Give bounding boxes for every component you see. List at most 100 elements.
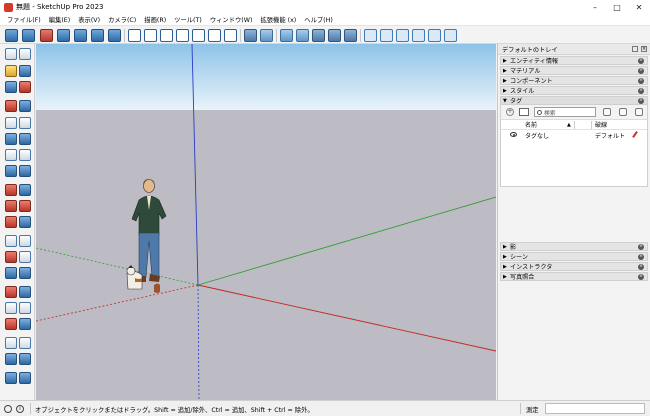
panel-close-icon[interactable]: ×: [638, 264, 644, 270]
scale-icon[interactable]: [5, 216, 17, 228]
panel-instructor[interactable]: ▶ インストラクタ ×: [500, 262, 648, 271]
xray-style-icon[interactable]: [128, 29, 141, 42]
tag-row[interactable]: タグなし デフォルト: [501, 130, 647, 140]
pin-icon[interactable]: [632, 46, 638, 52]
measurements-input[interactable]: [545, 403, 645, 414]
zoom-extents-icon[interactable]: [5, 318, 17, 330]
select-icon[interactable]: [5, 48, 17, 60]
zoom-icon[interactable]: [5, 302, 17, 314]
menu-camera[interactable]: カメラ(C): [104, 15, 140, 24]
dimension-icon[interactable]: [19, 235, 31, 247]
3d-text-icon[interactable]: [19, 267, 31, 279]
section-plane-icon[interactable]: [40, 29, 53, 42]
back-view-icon[interactable]: [91, 29, 104, 42]
menu-file[interactable]: ファイル(F): [3, 15, 45, 24]
tray-close-icon[interactable]: ×: [641, 46, 647, 52]
col-dash-header[interactable]: 破線: [595, 120, 607, 129]
offset-icon[interactable]: [19, 216, 31, 228]
panel-close-icon[interactable]: ×: [638, 58, 644, 64]
right-view-icon[interactable]: [74, 29, 87, 42]
panel-close-icon[interactable]: ×: [638, 78, 644, 84]
sandbox-icon[interactable]: [5, 372, 17, 384]
tag-dash-style[interactable]: デフォルト: [595, 131, 625, 140]
minimize-icon[interactable]: –: [584, 0, 606, 14]
viewport-canvas[interactable]: [36, 44, 496, 400]
follow-me-icon[interactable]: [19, 200, 31, 212]
orbit-icon[interactable]: [5, 286, 17, 298]
union-icon[interactable]: [312, 29, 325, 42]
front-view-icon[interactable]: [57, 29, 70, 42]
tag-search-input[interactable]: 検索: [534, 107, 596, 117]
solid-trim-icon[interactable]: [380, 29, 393, 42]
shaded-style-icon[interactable]: [192, 29, 205, 42]
tag-tool-icon[interactable]: [19, 81, 31, 93]
eraser-icon[interactable]: [5, 81, 17, 93]
add-tag-icon[interactable]: +: [506, 108, 514, 116]
shaded-textures-style-icon[interactable]: [208, 29, 221, 42]
arc-icon[interactable]: [5, 149, 17, 161]
panel-entity-info[interactable]: ▶ エンティティ情報 ×: [500, 56, 648, 65]
menu-tools[interactable]: ツール(T): [170, 15, 206, 24]
freehand-icon[interactable]: [19, 100, 31, 112]
panel-match-photo[interactable]: ▶ 写真照合 ×: [500, 272, 648, 281]
zoom-window-icon[interactable]: [19, 302, 31, 314]
pan-icon[interactable]: [19, 286, 31, 298]
walk-icon[interactable]: [19, 337, 31, 349]
menu-draw[interactable]: 描画(R): [140, 15, 170, 24]
solid-split-icon[interactable]: [364, 29, 377, 42]
color-by-tag-icon[interactable]: [619, 108, 627, 116]
menu-edit[interactable]: 編集(E): [45, 15, 75, 24]
outer-shell-icon[interactable]: [280, 29, 293, 42]
rectangle-icon[interactable]: [5, 117, 17, 129]
three-point-arc-icon[interactable]: [5, 165, 17, 177]
wireframe-style-icon[interactable]: [160, 29, 173, 42]
left-view-icon[interactable]: [108, 29, 121, 42]
polygon-icon[interactable]: [19, 133, 31, 145]
geolocation-icon[interactable]: [4, 404, 12, 413]
visibility-eye-icon[interactable]: [510, 132, 517, 137]
subtract-icon[interactable]: [328, 29, 341, 42]
solid-union-icon[interactable]: [412, 29, 425, 42]
protractor-icon[interactable]: [5, 251, 17, 263]
section-display-icon[interactable]: [244, 29, 257, 42]
menu-extensions[interactable]: 拡張機能 (x): [256, 15, 300, 24]
panel-close-icon[interactable]: ×: [638, 68, 644, 74]
solid-shell-icon[interactable]: [444, 29, 457, 42]
panel-close-icon[interactable]: ×: [638, 98, 644, 104]
rotated-rectangle-icon[interactable]: [19, 117, 31, 129]
info-icon[interactable]: i: [16, 404, 24, 413]
warehouse-icon[interactable]: [19, 372, 31, 384]
axes-icon[interactable]: [5, 267, 17, 279]
move-icon[interactable]: [5, 184, 17, 196]
tag-tool-icon[interactable]: [603, 108, 611, 116]
solid-subtract-icon[interactable]: [396, 29, 409, 42]
panel-shadows[interactable]: ▶ 影 ×: [500, 242, 648, 251]
lasso-select-icon[interactable]: [19, 48, 31, 60]
col-name-header[interactable]: 名前: [525, 120, 537, 129]
solid-intersect-icon[interactable]: [428, 29, 441, 42]
pie-icon[interactable]: [19, 165, 31, 177]
panel-styles[interactable]: ▶ スタイル ×: [500, 86, 648, 95]
circle-icon[interactable]: [5, 133, 17, 145]
monochrome-style-icon[interactable]: [224, 29, 237, 42]
previous-view-icon[interactable]: [19, 318, 31, 330]
trim-icon[interactable]: [344, 29, 357, 42]
menu-view[interactable]: 表示(V): [74, 15, 104, 24]
top-view-icon[interactable]: [22, 29, 35, 42]
panel-close-icon[interactable]: ×: [638, 88, 644, 94]
sort-ascending-icon[interactable]: ▲: [567, 122, 573, 128]
text-icon[interactable]: [19, 251, 31, 263]
look-around-icon[interactable]: [5, 353, 17, 365]
two-point-arc-icon[interactable]: [19, 149, 31, 161]
section-plane-tool-icon[interactable]: [19, 353, 31, 365]
details-icon[interactable]: [635, 108, 643, 116]
panel-tags[interactable]: ▼ タグ ×: [500, 96, 648, 105]
close-icon[interactable]: ✕: [628, 0, 650, 14]
panel-components[interactable]: ▶ コンポーネント ×: [500, 76, 648, 85]
model-viewport[interactable]: [36, 44, 496, 400]
panel-close-icon[interactable]: ×: [638, 254, 644, 260]
rotate-icon[interactable]: [5, 200, 17, 212]
panel-materials[interactable]: ▶ マテリアル ×: [500, 66, 648, 75]
add-tag-folder-icon[interactable]: [519, 108, 529, 116]
panel-close-icon[interactable]: ×: [638, 274, 644, 280]
